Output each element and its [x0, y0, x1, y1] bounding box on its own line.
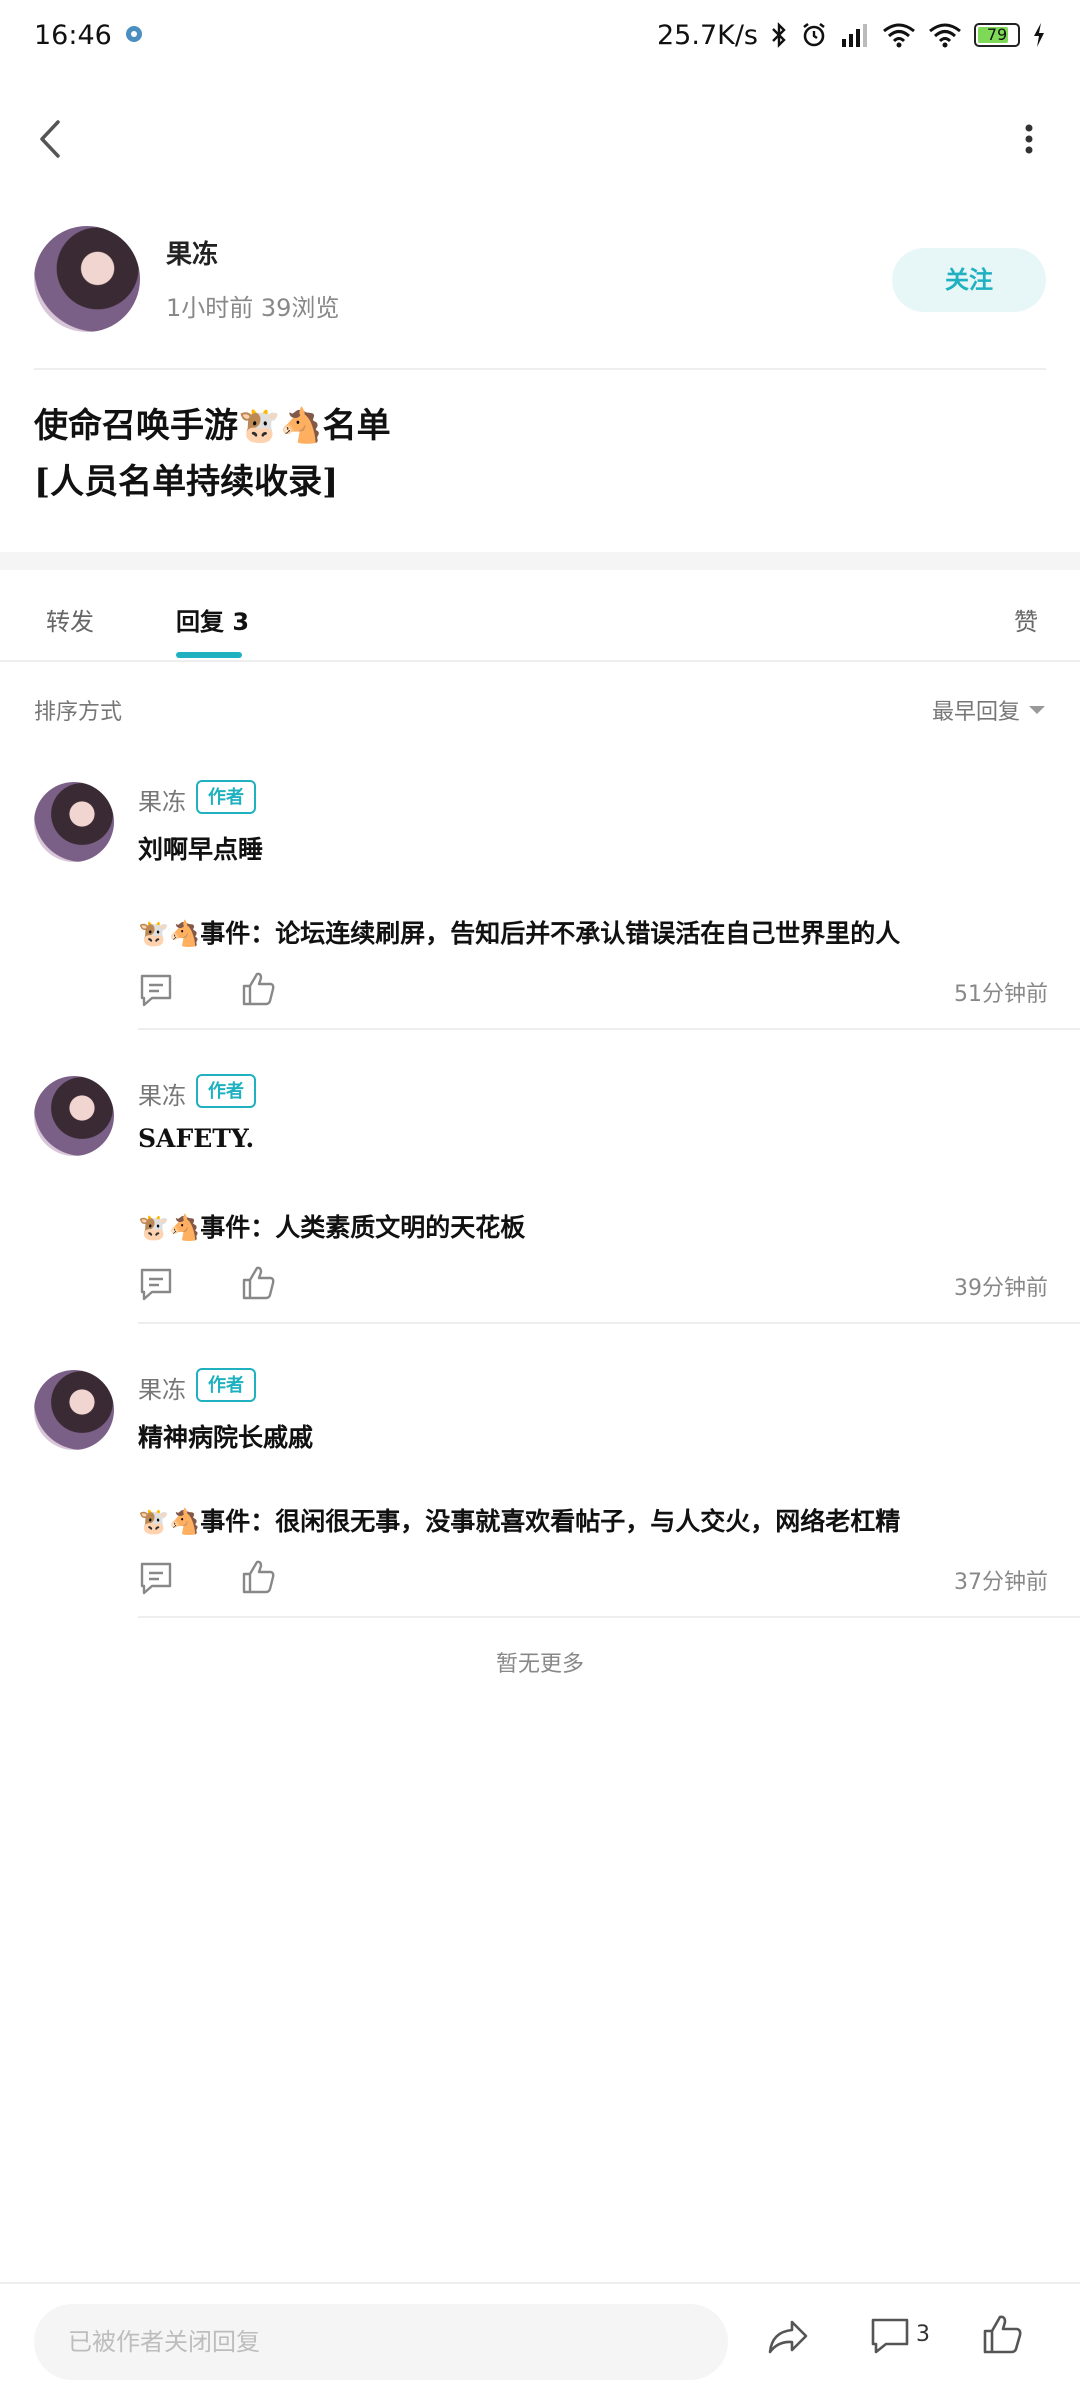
- status-bar: 16:46 25.7K/s 79: [0, 0, 1080, 70]
- comment-actions: 51分钟前: [138, 970, 1048, 1016]
- author-row: 果冻 1小时前 39浏览 关注: [34, 226, 1046, 334]
- reply-input[interactable]: 已被作者关闭回复: [34, 2304, 728, 2380]
- comment-button[interactable]: [868, 2314, 912, 2358]
- reply-button[interactable]: [138, 1560, 174, 1596]
- reply-icon: [140, 974, 172, 1007]
- comment-author-name[interactable]: 果冻: [138, 1370, 186, 1405]
- tab-replies[interactable]: 回复 3: [176, 602, 249, 637]
- thumbs-up-icon: [983, 2315, 1022, 2354]
- author-badge: 作者: [196, 1368, 256, 1402]
- bluetooth-icon: [770, 21, 788, 49]
- like-button[interactable]: [240, 1264, 276, 1302]
- battery-icon: 79: [974, 23, 1020, 47]
- title-part-2: 名单: [322, 406, 391, 446]
- comment-text: 精神病院长戚戚: [138, 1423, 314, 1452]
- chevron-left-icon: [40, 120, 60, 158]
- sort-dropdown[interactable]: 最早回复: [932, 694, 1046, 726]
- tab-likes[interactable]: 赞: [1014, 602, 1038, 637]
- title-part-1: 使命召唤手游: [34, 406, 238, 446]
- status-left: 16:46: [34, 20, 144, 51]
- comment-text: 刘啊早点睡: [138, 835, 264, 864]
- author-badge: 作者: [196, 780, 256, 814]
- comment-item: 果冻 作者 精神病院长戚戚 🐮🐴事件：很闲很无事，没事就喜欢看帖子，与人交火，网…: [0, 1362, 1080, 1640]
- thumbs-up-icon: [242, 972, 275, 1006]
- reply-button[interactable]: [138, 1266, 174, 1302]
- comment-event-text: 🐮🐴事件：很闲很无事，没事就喜欢看帖子，与人交火，网络老杠精: [138, 1507, 901, 1536]
- signal-icon: [840, 21, 870, 49]
- comment-divider: [138, 1616, 1080, 1618]
- bottom-bar: 已被作者关闭回复 3: [0, 2282, 1080, 2400]
- title-line-2: [人员名单持续收录]: [34, 462, 339, 502]
- author-badge: 作者: [196, 1074, 256, 1108]
- app-header: [0, 96, 1080, 182]
- battery-level: 79: [986, 25, 1008, 44]
- thumbs-up-icon: [242, 1560, 275, 1594]
- comment-icon: [871, 2318, 909, 2354]
- wifi-icon-2: [928, 21, 962, 49]
- comment-item: 果冻 作者 SAFETY. 🐮🐴事件：人类素质文明的天花板 39分钟前: [0, 1068, 1080, 1346]
- reply-icon: [140, 1562, 172, 1595]
- post-like-button[interactable]: [980, 2312, 1024, 2356]
- active-tab-indicator: [176, 652, 242, 658]
- net-speed: 25.7K/s: [657, 19, 758, 51]
- reply-button[interactable]: [138, 972, 174, 1008]
- back-button[interactable]: [30, 114, 74, 164]
- tab-bar: 转发 回复 3 赞: [0, 580, 1080, 662]
- divider: [34, 368, 1046, 370]
- comment-item: 果冻 作者 刘啊早点睡 🐮🐴事件：论坛连续刷屏，告知后并不承认错误活在自己世界里…: [0, 774, 1080, 1052]
- charging-icon: [1032, 22, 1046, 48]
- comment-event-text: 🐮🐴事件：人类素质文明的天花板: [138, 1213, 526, 1242]
- sort-value: 最早回复: [931, 700, 1020, 725]
- comment-author-name[interactable]: 果冻: [138, 1076, 186, 1111]
- comment-divider: [138, 1322, 1080, 1324]
- no-more-text: 暂无更多: [495, 1652, 584, 1677]
- tabs-divider: [0, 660, 1080, 662]
- comment-avatar[interactable]: [34, 1370, 114, 1450]
- comment-author-name[interactable]: 果冻: [138, 782, 186, 817]
- comment-actions: 39分钟前: [138, 1264, 1048, 1310]
- status-time: 16:46: [34, 19, 112, 51]
- comment-avatar[interactable]: [34, 1076, 114, 1156]
- sort-label: 排序方式: [34, 700, 123, 725]
- comment-avatar[interactable]: [34, 782, 114, 862]
- status-app-icon: [124, 20, 144, 51]
- comment-text: SAFETY.: [138, 1124, 255, 1153]
- like-button[interactable]: [240, 1558, 276, 1596]
- comment-time: 51分钟前: [954, 982, 1048, 1007]
- alarm-icon: [800, 21, 828, 49]
- reply-icon: [140, 1268, 172, 1301]
- title-emoji: 🐮🐴: [238, 406, 323, 446]
- like-button[interactable]: [240, 970, 276, 1008]
- comment-actions: 37分钟前: [138, 1558, 1048, 1604]
- caret-down-icon: [1029, 706, 1045, 714]
- more-options-button[interactable]: [1014, 114, 1044, 164]
- author-name[interactable]: 果冻: [166, 234, 218, 271]
- author-avatar[interactable]: [34, 226, 140, 332]
- thumbs-up-icon: [242, 1266, 275, 1300]
- tab-forward[interactable]: 转发: [46, 602, 94, 637]
- share-button[interactable]: [766, 2314, 810, 2358]
- comment-divider: [138, 1028, 1080, 1030]
- sort-row: 排序方式 最早回复: [34, 688, 1046, 728]
- more-vertical-icon: [1025, 124, 1033, 154]
- wifi-icon: [882, 21, 916, 49]
- comment-count: 3: [916, 2322, 930, 2347]
- share-icon: [768, 2320, 808, 2354]
- comment-time: 39分钟前: [954, 1276, 1048, 1301]
- section-gap: [0, 552, 1080, 570]
- comment-event-text: 🐮🐴事件：论坛连续刷屏，告知后并不承认错误活在自己世界里的人: [138, 919, 901, 948]
- comment-time: 37分钟前: [954, 1570, 1048, 1595]
- status-right: 25.7K/s 79: [657, 20, 1046, 51]
- post-meta: 1小时前 39浏览: [166, 294, 340, 322]
- follow-button[interactable]: 关注: [892, 248, 1046, 312]
- post-title: 使命召唤手游🐮🐴名单 [人员名单持续收录]: [34, 398, 1044, 510]
